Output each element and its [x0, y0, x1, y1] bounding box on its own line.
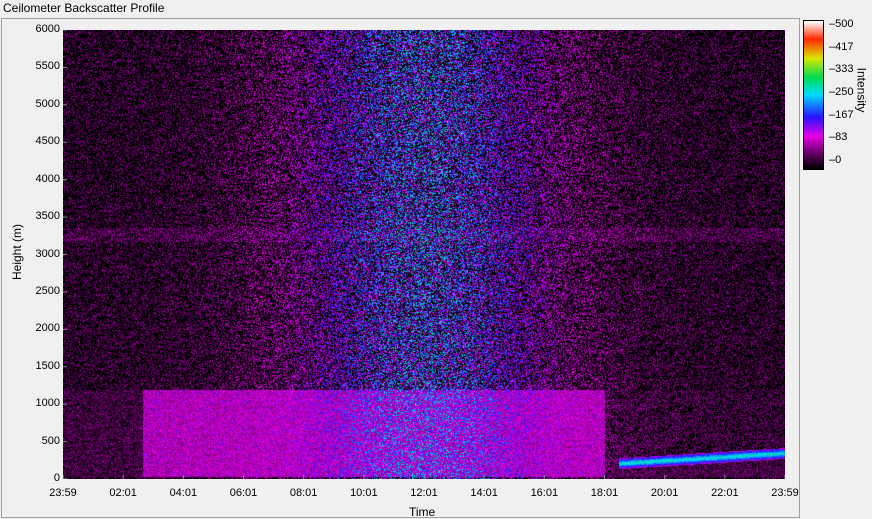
y-tick-label: 5500: [35, 60, 60, 73]
y-tick-label: 6000: [35, 23, 60, 35]
colorbar-tick-label: –250: [829, 86, 854, 98]
colorbar-tick-label: –500: [829, 18, 854, 30]
y-tick-label: 1500: [35, 359, 60, 372]
y-tick-label: 2000: [35, 322, 60, 335]
x-tick-label: 08:01: [289, 487, 318, 499]
y-tick-label: 0: [53, 472, 60, 484]
colorbar: [803, 20, 824, 170]
x-tick-label: 20:01: [650, 487, 679, 499]
colorbar-tick-label: –83: [829, 131, 848, 144]
colorbar-label: Intensity: [854, 67, 869, 113]
y-tick-label: 4000: [35, 172, 60, 185]
y-tick-label: 5000: [35, 97, 60, 110]
x-axis-label: Time: [409, 505, 436, 519]
chart-title: Ceilometer Backscatter Profile: [3, 1, 165, 15]
x-tick-label: 06:01: [229, 487, 258, 499]
y-tick-label: 4500: [35, 135, 60, 148]
plot-area[interactable]: [63, 30, 785, 479]
x-tick-label: 23:59: [771, 487, 799, 499]
x-tick-label: 18:01: [590, 487, 619, 499]
x-tick-label: 23:59: [49, 487, 77, 499]
colorbar-tick-label: –0: [829, 154, 842, 166]
x-tick-label: 04:01: [169, 487, 198, 499]
y-axis-label: Height (m): [10, 223, 25, 281]
x-tick-label: 02:01: [109, 487, 137, 499]
y-tick-label: 500: [41, 434, 60, 447]
y-tick-label: 3500: [35, 210, 60, 223]
plot-axes: [63, 30, 785, 479]
y-tick-label: 2500: [35, 284, 60, 297]
y-tick-label: 1000: [35, 397, 60, 410]
colorbar-tick-label: –333: [829, 63, 854, 76]
x-tick-label: 14:01: [470, 487, 498, 499]
x-tick-label: 12:01: [410, 487, 438, 499]
colorbar-tick-label: –167: [829, 108, 854, 121]
x-tick-label: 22:01: [711, 487, 739, 499]
x-tick-label: 16:01: [530, 487, 559, 499]
x-tick-label: 10:01: [350, 487, 378, 499]
colorbar-tick-label: –417: [829, 40, 854, 53]
